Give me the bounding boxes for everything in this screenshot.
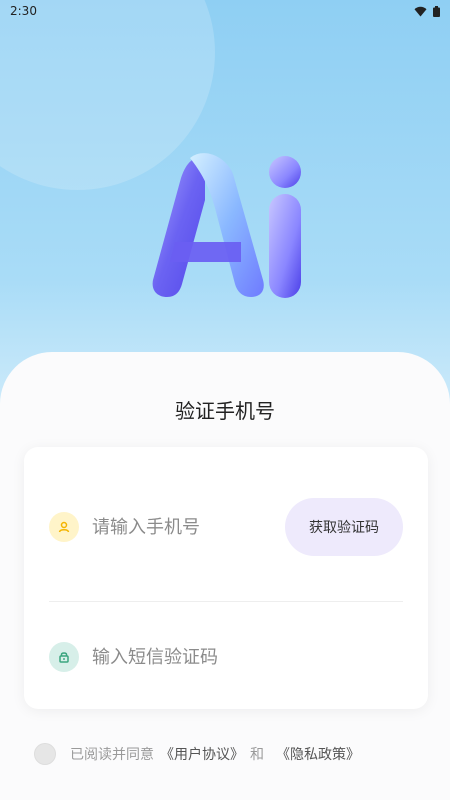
get-code-button[interactable]: 获取验证码 (285, 498, 403, 556)
phone-input[interactable] (92, 516, 272, 538)
privacy-policy-link[interactable]: 《隐私政策》 (276, 744, 360, 764)
phone-row: 获取验证码 (49, 498, 403, 556)
code-row (49, 637, 403, 677)
login-screen: 2:30 验证手机号 请输入手机号 获取验证码 输入短信验证码 已阅读并同意 《… (0, 0, 450, 800)
agreement-text: 已阅读并同意 (70, 747, 154, 763)
lock-icon (49, 642, 79, 672)
ai-logo (152, 153, 301, 298)
battery-icon (433, 5, 440, 17)
wifi-icon (414, 6, 427, 16)
login-card: 获取验证码 (24, 447, 428, 709)
agreement-row: 已阅读并同意 《用户协议》 和 《隐私政策》 (34, 743, 360, 765)
agreement-and: 和 (250, 747, 264, 763)
user-agreement-link[interactable]: 《用户协议》 (160, 744, 244, 764)
divider (49, 601, 403, 602)
status-time: 2:30 (10, 4, 37, 18)
page-title: 验证手机号 (175, 399, 275, 423)
agree-checkbox[interactable] (34, 743, 56, 765)
person-icon (49, 512, 79, 542)
sms-code-input[interactable] (92, 646, 272, 668)
status-bar: 2:30 (0, 0, 450, 22)
